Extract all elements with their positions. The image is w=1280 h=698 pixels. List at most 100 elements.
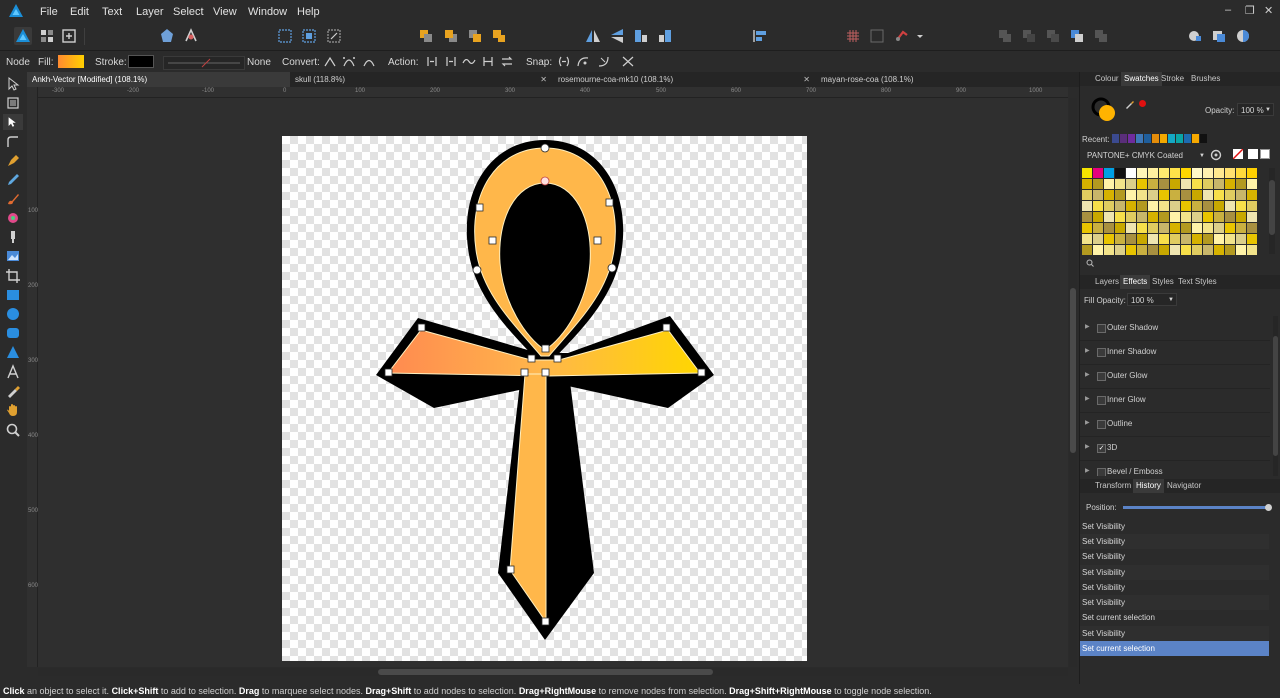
color-swatch[interactable] xyxy=(1225,179,1235,189)
menu-help[interactable]: Help xyxy=(297,6,320,18)
history-item[interactable]: Set current selection xyxy=(1080,610,1269,625)
recent-swatch[interactable] xyxy=(1120,134,1127,143)
tab-brushes[interactable]: Brushes xyxy=(1188,72,1223,86)
recent-swatch[interactable] xyxy=(1128,134,1135,143)
color-swatch[interactable] xyxy=(1192,212,1202,222)
effects-scrollbar[interactable] xyxy=(1273,316,1278,476)
tab-effects[interactable]: Effects xyxy=(1120,275,1151,289)
color-swatch[interactable] xyxy=(1126,179,1136,189)
boolean-add-icon[interactable] xyxy=(996,27,1014,45)
text-tool-icon[interactable] xyxy=(5,364,21,380)
color-swatch[interactable] xyxy=(1214,168,1224,178)
color-swatch[interactable] xyxy=(1126,168,1136,178)
node-tool-icon[interactable] xyxy=(3,114,23,130)
current-color-dot[interactable] xyxy=(1139,100,1146,107)
color-swatch[interactable] xyxy=(1104,179,1114,189)
color-swatch[interactable] xyxy=(1082,245,1092,255)
tab-rosemourne[interactable]: rosemourne-coa-mk10 (108.1%) ✕ xyxy=(553,72,816,87)
color-swatch[interactable] xyxy=(1247,168,1257,178)
menu-window[interactable]: Window xyxy=(248,6,287,18)
designer-persona-icon[interactable] xyxy=(14,27,32,45)
arrange-back-icon[interactable] xyxy=(417,27,435,45)
color-swatch[interactable] xyxy=(1093,190,1103,200)
color-swatch[interactable] xyxy=(1104,168,1114,178)
color-swatch[interactable] xyxy=(1082,190,1092,200)
slider-knob[interactable] xyxy=(1265,504,1272,511)
color-swatch[interactable] xyxy=(1214,190,1224,200)
history-item[interactable]: Set Visibility xyxy=(1080,534,1269,549)
rotate-right-icon[interactable] xyxy=(656,27,674,45)
recent-swatch[interactable] xyxy=(1176,134,1183,143)
color-swatch[interactable] xyxy=(1137,212,1147,222)
pencil-tool-icon[interactable] xyxy=(5,172,21,188)
color-swatch[interactable] xyxy=(1159,212,1169,222)
menu-select[interactable]: Select xyxy=(173,6,204,18)
tab-stroke[interactable]: Stroke xyxy=(1158,72,1187,86)
vertical-scrollbar[interactable] xyxy=(1069,98,1077,667)
effect-checkbox-checked[interactable]: ✓ xyxy=(1097,444,1106,453)
color-swatch[interactable] xyxy=(1115,190,1125,200)
color-swatch[interactable] xyxy=(1093,201,1103,211)
color-swatch[interactable] xyxy=(1104,201,1114,211)
fill-swatch[interactable] xyxy=(58,55,84,68)
boolean-intersect-icon[interactable] xyxy=(1044,27,1062,45)
snapping-magnet-icon[interactable] xyxy=(893,27,911,45)
recent-swatch[interactable] xyxy=(1200,134,1207,143)
color-swatch[interactable] xyxy=(1225,223,1235,233)
scroll-thumb[interactable] xyxy=(1269,180,1275,235)
eyedropper-icon[interactable] xyxy=(1124,98,1136,110)
color-swatch[interactable] xyxy=(1137,190,1147,200)
color-swatch[interactable] xyxy=(1192,168,1202,178)
color-swatch[interactable] xyxy=(1126,223,1136,233)
color-swatch[interactable] xyxy=(1247,245,1257,255)
color-swatch[interactable] xyxy=(1137,179,1147,189)
color-swatch[interactable] xyxy=(1148,190,1158,200)
menu-view[interactable]: View xyxy=(213,6,237,18)
recent-swatch[interactable] xyxy=(1184,134,1191,143)
effect-checkbox[interactable] xyxy=(1097,396,1106,405)
color-swatch[interactable] xyxy=(1115,234,1125,244)
tab-transform[interactable]: Transform xyxy=(1092,479,1134,493)
color-swatch[interactable] xyxy=(1181,212,1191,222)
pixel-persona-icon[interactable] xyxy=(38,27,56,45)
palette-dropdown[interactable]: PANTONE+ CMYK Coated ▼ xyxy=(1083,149,1207,163)
boolean-xor-icon[interactable] xyxy=(1068,27,1086,45)
align-left-icon[interactable] xyxy=(276,27,294,45)
rotate-left-icon[interactable] xyxy=(632,27,650,45)
fill-tool-icon[interactable] xyxy=(5,210,21,226)
tab-history[interactable]: History xyxy=(1133,479,1164,493)
triangle-tool-icon[interactable] xyxy=(5,344,21,360)
effect-checkbox[interactable] xyxy=(1097,324,1106,333)
expand-arrow-icon[interactable]: ▶ xyxy=(1085,323,1090,330)
color-swatch[interactable] xyxy=(1115,223,1125,233)
color-swatch[interactable] xyxy=(1082,168,1092,178)
color-swatch[interactable] xyxy=(1247,201,1257,211)
color-swatch[interactable] xyxy=(1192,234,1202,244)
color-swatch[interactable] xyxy=(1225,212,1235,222)
history-item-selected[interactable]: Set current selection xyxy=(1080,641,1269,656)
boolean-divide-icon[interactable] xyxy=(1092,27,1110,45)
zoom-tool-icon[interactable] xyxy=(5,422,21,438)
color-swatch[interactable] xyxy=(1170,245,1180,255)
effect-bevel-emboss[interactable]: ▶ Bevel / Emboss xyxy=(1080,460,1270,476)
align-center-icon[interactable] xyxy=(300,27,318,45)
color-swatch[interactable] xyxy=(1214,245,1224,255)
swatch-scrollbar[interactable] xyxy=(1269,168,1275,254)
arrange-backward-icon[interactable] xyxy=(442,27,460,45)
menu-layer[interactable]: Layer xyxy=(136,6,164,18)
color-swatch[interactable] xyxy=(1082,223,1092,233)
boolean-subtract-icon[interactable] xyxy=(1020,27,1038,45)
color-swatch[interactable] xyxy=(1126,190,1136,200)
align-objects-icon[interactable] xyxy=(751,27,769,45)
color-swatch[interactable] xyxy=(1203,179,1213,189)
snap-handles-icon[interactable] xyxy=(596,54,612,69)
tab-skull[interactable]: skull (118.8%) ✕ xyxy=(290,72,553,87)
flip-horizontal-icon[interactable] xyxy=(584,27,602,45)
recent-swatch[interactable] xyxy=(1112,134,1119,143)
color-swatch[interactable] xyxy=(1181,179,1191,189)
pen-tool-icon[interactable] xyxy=(5,153,21,169)
scroll-thumb[interactable] xyxy=(1273,336,1278,456)
color-swatch[interactable] xyxy=(1159,234,1169,244)
expand-arrow-icon[interactable]: ▶ xyxy=(1085,395,1090,402)
color-swatch[interactable] xyxy=(1236,201,1246,211)
